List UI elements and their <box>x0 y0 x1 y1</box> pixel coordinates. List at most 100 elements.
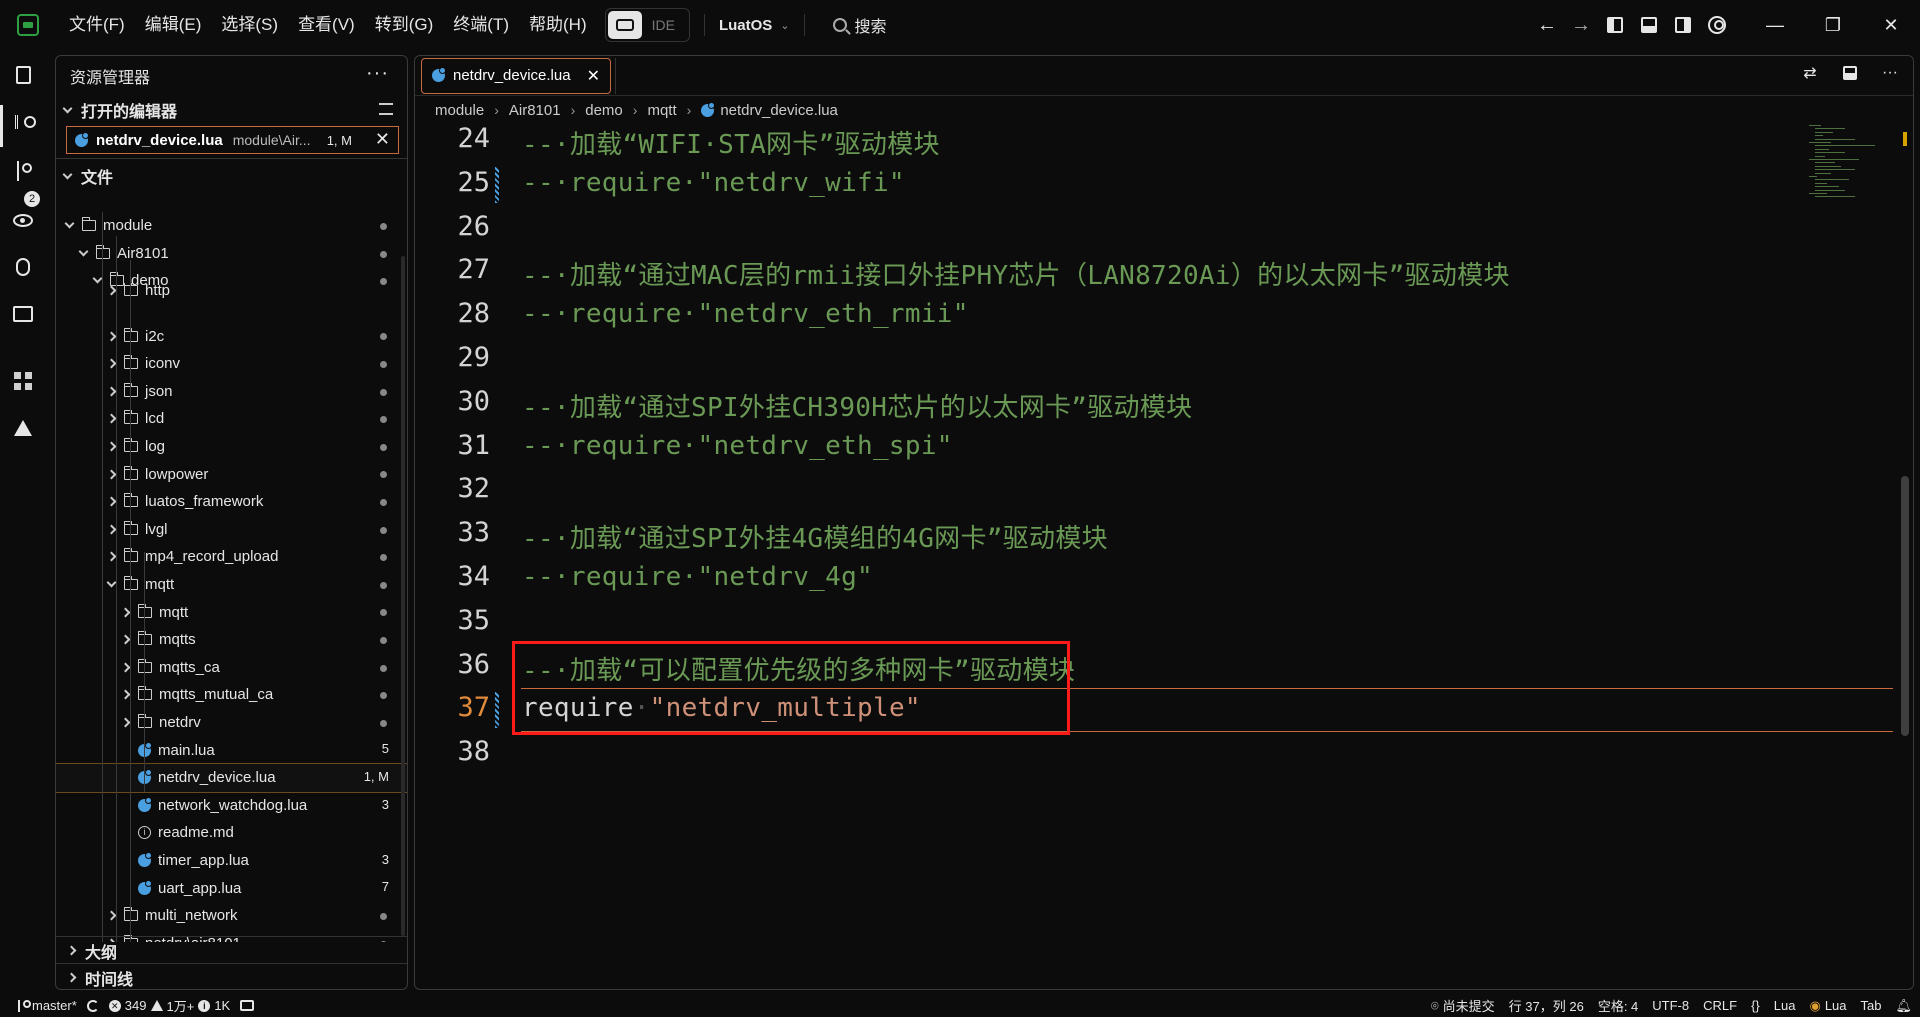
file-item[interactable]: uart_app.lua 7 <box>56 874 407 902</box>
file-item[interactable]: network_watchdog.lua 3 <box>56 792 407 820</box>
folder-item[interactable]: log <box>56 433 407 461</box>
code-line[interactable]: 29 <box>415 338 1795 382</box>
close-icon[interactable]: ✕ <box>587 66 600 86</box>
branch-indicator[interactable]: master* <box>18 998 77 1013</box>
toggle-primary-sidebar-button[interactable] <box>1598 8 1632 42</box>
minimize-button[interactable]: — <box>1746 0 1804 50</box>
code-line[interactable]: 38 <box>415 732 1795 776</box>
toggle-secondary-sidebar-button[interactable] <box>1666 8 1700 42</box>
language-mode[interactable]: Lua <box>1774 998 1796 1013</box>
breadcrumb-item[interactable]: Air8101 <box>509 102 561 119</box>
command-search[interactable]: 搜索 <box>832 13 887 37</box>
code-line[interactable]: 30 --·加载“通过SPI外挂CH390H芯片的以太网卡”驱动模块 <box>415 382 1795 426</box>
encoding[interactable]: UTF-8 <box>1652 998 1689 1013</box>
menu-help[interactable]: 帮助(H) <box>519 9 597 41</box>
outline-section[interactable]: 大纲 <box>56 936 407 964</box>
close-icon[interactable]: ✕ <box>375 129 390 150</box>
forward-button[interactable]: → <box>1564 8 1598 42</box>
close-window-button[interactable]: ✕ <box>1862 0 1920 50</box>
notifications-button[interactable]: 🔔︎ <box>1895 998 1912 1014</box>
file-item[interactable]: i readme.md <box>56 819 407 847</box>
more-actions-icon[interactable]: ··· <box>366 62 389 85</box>
filter-icon[interactable] <box>379 103 393 115</box>
tab-mode[interactable]: Tab <box>1861 998 1882 1013</box>
tab-netdrv-device[interactable]: netdrv_device.lua ✕ <box>421 57 611 94</box>
source-control-activity[interactable] <box>12 160 34 182</box>
project-selector[interactable]: LuatOS ⌄ <box>719 17 790 34</box>
chat-status-button[interactable] <box>240 1000 255 1011</box>
braces-icon[interactable]: {} <box>1751 998 1760 1013</box>
ide-mode-label[interactable]: IDE <box>642 17 687 33</box>
testing-activity[interactable] <box>12 417 34 439</box>
breadcrumb-item[interactable]: module <box>435 102 484 119</box>
folder-item[interactable]: mqtts_ca <box>56 654 407 682</box>
extensions-activity[interactable] <box>12 370 34 392</box>
code-line[interactable]: 26 <box>415 207 1795 251</box>
account-button[interactable] <box>1700 8 1734 42</box>
files-header[interactable]: 文件 <box>56 162 407 190</box>
folder-item[interactable]: multi_network <box>56 902 407 930</box>
folder-item[interactable]: module <box>56 212 407 240</box>
folder-item[interactable]: Air8101 <box>56 240 407 268</box>
code-line[interactable]: 35 <box>415 601 1795 645</box>
code-line[interactable]: 24 --·加载“WIFI·STA网卡”驱动模块 <box>415 125 1795 163</box>
folder-item[interactable]: mqtt <box>56 571 407 599</box>
folder-item[interactable]: lvgl <box>56 516 407 544</box>
folder-item[interactable]: i2c <box>56 322 407 350</box>
uncommitted-indicator[interactable]: ⌾ 尚未提交 <box>1431 996 1495 1015</box>
menu-terminal[interactable]: 终端(T) <box>443 9 519 41</box>
explorer-activity[interactable] <box>12 64 34 86</box>
code-line[interactable]: 34 --·require·"netdrv_4g" <box>415 557 1795 601</box>
sidebar-scrollbar[interactable] <box>401 256 405 936</box>
folder-item[interactable]: mqtts_mutual_ca <box>56 681 407 709</box>
breadcrumb-item[interactable]: demo <box>585 102 623 119</box>
breadcrumb-file[interactable]: netdrv_device.lua <box>701 101 838 119</box>
folder-item[interactable]: luatos_framework <box>56 488 407 516</box>
folder-item[interactable]: json <box>56 378 407 406</box>
open-changes-button[interactable]: ⇄ <box>1801 64 1819 82</box>
folder-item[interactable]: mp4_record_upload <box>56 543 407 571</box>
menu-file[interactable]: 文件(F) <box>59 9 135 41</box>
restore-button[interactable]: ❐ <box>1804 0 1862 50</box>
folder-item[interactable]: iconv <box>56 350 407 378</box>
problems-indicator[interactable]: ✕ 349 1万+ i 1K <box>108 996 230 1015</box>
menu-view[interactable]: 查看(V) <box>288 9 365 41</box>
folder-item[interactable]: mqtts <box>56 626 407 654</box>
file-item[interactable]: netdrv_device.lua 1, M <box>56 763 407 793</box>
code-line[interactable]: 28 --·require·"netdrv_eth_rmii" <box>415 294 1795 338</box>
code-line[interactable]: 33 --·加载“通过SPI外挂4G模组的4G网卡”驱动模块 <box>415 513 1795 557</box>
open-editors-header[interactable]: 打开的编辑器 <box>56 96 407 124</box>
code-area[interactable]: 24 --·加载“WIFI·STA网卡”驱动模块 25 --·require·"net… <box>415 125 1913 989</box>
toggle-panel-button[interactable] <box>1632 8 1666 42</box>
menu-go[interactable]: 转到(G) <box>365 9 444 41</box>
debug-activity[interactable] <box>12 256 34 278</box>
code-line[interactable]: 25 --·require·"netdrv_wifi" <box>415 163 1795 207</box>
end-of-line[interactable]: CRLF <box>1703 998 1737 1013</box>
chat-mode-button[interactable] <box>607 11 642 39</box>
folder-item[interactable]: mqtt <box>56 598 407 626</box>
indentation[interactable]: 空格: 4 <box>1598 996 1638 1015</box>
search-activity[interactable] <box>12 111 36 133</box>
folder-item[interactable]: lcd <box>56 405 407 433</box>
folder-item[interactable]: netdrv <box>56 709 407 737</box>
code-line[interactable]: 32 <box>415 469 1795 513</box>
folder-item[interactable]: lowpower <box>56 460 407 488</box>
code-line[interactable]: 31 --·require·"netdrv_eth_spi" <box>415 426 1795 470</box>
sync-button[interactable] <box>86 999 99 1012</box>
folder-item[interactable]: http <box>56 282 407 299</box>
open-editor-item[interactable]: netdrv_device.lua module\Air... 1, M ✕ <box>66 126 399 154</box>
breadcrumb-item[interactable]: mqtt <box>647 102 676 119</box>
editor-scrollbar[interactable] <box>1901 476 1909 736</box>
minimap[interactable] <box>1809 125 1899 215</box>
timeline-section[interactable]: 时间线 <box>56 963 407 989</box>
file-item[interactable]: main.lua 5 <box>56 736 407 764</box>
code-line[interactable]: 27 --·加载“通过MAC层的rmii接口外挂PHY芯片（LAN8720Ai）的… <box>415 250 1795 294</box>
menu-selection[interactable]: 选择(S) <box>211 9 288 41</box>
remote-activity[interactable] <box>12 303 34 325</box>
file-item[interactable]: timer_app.lua 3 <box>56 847 407 875</box>
menu-edit[interactable]: 编辑(E) <box>135 9 212 41</box>
split-editor-button[interactable] <box>1841 64 1859 82</box>
preview-activity[interactable] <box>12 209 34 231</box>
back-button[interactable]: ← <box>1530 8 1564 42</box>
lua-server-status[interactable]: ◉ Lua <box>1809 998 1846 1014</box>
